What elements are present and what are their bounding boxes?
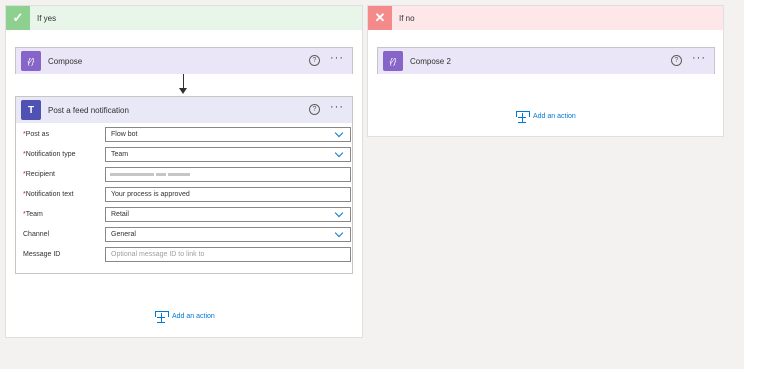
help-icon[interactable]: ? (309, 55, 320, 66)
compose-icon: {⁄} (21, 51, 41, 71)
branch-yes-header[interactable]: ✓ If yes (6, 6, 362, 30)
check-icon: ✓ (6, 6, 30, 30)
feed-notification-form: *Post as Flow bot *Notification type Tea… (23, 127, 351, 267)
branch-no-title: If no (399, 13, 415, 23)
post-feed-notification-title: Post a feed notification (48, 105, 129, 115)
channel-label: Channel (23, 231, 50, 238)
post-as-dropdown[interactable]: Flow bot (105, 127, 351, 142)
add-action-button-no[interactable]: Add an action (516, 111, 576, 123)
compose-card[interactable]: {⁄} Compose ? ··· (15, 47, 353, 74)
compose-icon: {⁄} (383, 51, 403, 71)
channel-dropdown[interactable]: General (105, 227, 351, 242)
more-options-icon[interactable]: ··· (330, 52, 344, 64)
branch-no-header[interactable]: ✕ If no (368, 6, 723, 30)
notification-text-label: *Notification text (23, 191, 74, 198)
close-icon: ✕ (368, 6, 392, 30)
add-action-icon (155, 311, 169, 323)
add-action-label: Add an action (533, 113, 576, 120)
team-dropdown[interactable]: Retail (105, 207, 351, 222)
notification-type-label: *Notification type (23, 151, 76, 158)
chevron-down-icon (334, 228, 344, 238)
form-row-channel: Channel General (23, 227, 351, 247)
add-action-label: Add an action (172, 313, 215, 320)
help-icon[interactable]: ? (309, 104, 320, 115)
recipient-label: *Recipient (23, 171, 55, 178)
redacted-value (168, 173, 190, 176)
message-id-field[interactable]: Optional message ID to link to (105, 247, 351, 262)
form-row-message-id: Message ID Optional message ID to link t… (23, 247, 351, 267)
post-feed-notification-card: T Post a feed notification ? ··· *Post a… (15, 96, 353, 274)
redacted-value (110, 173, 154, 176)
form-row-post-as: *Post as Flow bot (23, 127, 351, 147)
chevron-down-icon (334, 148, 344, 158)
compose-2-title: Compose 2 (410, 56, 451, 66)
form-row-notification-text: *Notification text Your process is appro… (23, 187, 351, 207)
notification-text-field[interactable]: Your process is approved (105, 187, 351, 202)
compose-title: Compose (48, 56, 83, 66)
compose-card-header[interactable]: {⁄} Compose ? ··· (16, 48, 352, 74)
add-action-icon (516, 111, 530, 123)
form-row-notification-type: *Notification type Team (23, 147, 351, 167)
post-as-label: *Post as (23, 131, 50, 138)
team-label: *Team (23, 211, 43, 218)
redacted-value (156, 173, 166, 176)
notification-type-dropdown[interactable]: Team (105, 147, 351, 162)
add-action-button-yes[interactable]: Add an action (155, 311, 215, 323)
flow-arrow-icon (179, 88, 187, 94)
message-id-label: Message ID (23, 251, 61, 258)
branch-yes-title: If yes (37, 13, 57, 23)
form-row-recipient: *Recipient (23, 167, 351, 187)
chevron-down-icon (334, 208, 344, 218)
compose-2-card-header[interactable]: {⁄} Compose 2 ? ··· (378, 48, 714, 74)
recipient-field[interactable] (105, 167, 351, 182)
help-icon[interactable]: ? (671, 55, 682, 66)
chevron-down-icon (334, 128, 344, 138)
more-options-icon[interactable]: ··· (692, 52, 706, 64)
more-options-icon[interactable]: ··· (330, 101, 344, 113)
form-row-team: *Team Retail (23, 207, 351, 227)
compose-2-card[interactable]: {⁄} Compose 2 ? ··· (377, 47, 715, 74)
teams-icon: T (21, 100, 41, 120)
post-feed-notification-header[interactable]: T Post a feed notification ? ··· (16, 97, 352, 123)
